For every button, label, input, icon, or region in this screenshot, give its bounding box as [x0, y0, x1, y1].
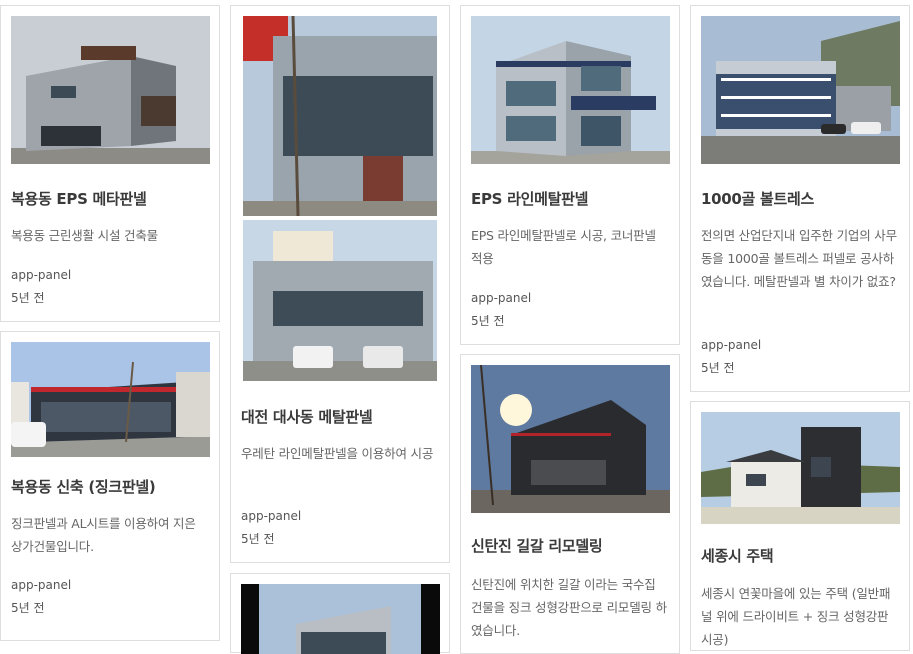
post-thumbnail[interactable] — [11, 16, 210, 164]
post-card[interactable]: 1000골 볼트레스 전의면 산업단지내 입주한 기업의 사무동을 1000골 … — [690, 5, 910, 392]
post-thumbnail[interactable] — [11, 342, 210, 457]
post-author[interactable]: app-panel — [471, 291, 531, 305]
post-description: 복용동 근린생활 시설 건축물 — [11, 228, 158, 243]
post-date: 5년 전 — [11, 601, 45, 615]
post-card[interactable]: 복용동 EPS 메타판넬 복용동 근린생활 시설 건축물 app-panel 5… — [0, 5, 220, 322]
post-card[interactable]: 세종시 주택 세종시 연꽃마을에 있는 주택 (일반패널 위에 드라이비트 + … — [690, 401, 910, 651]
post-card[interactable]: EPS 라인메탈판넬 EPS 라인메탈판넬로 시공, 코너판넬 적용 app-p… — [460, 5, 680, 345]
post-card[interactable]: 대전 대사동 메탈판넬 우레탄 라인메탈판넬을 이용하여 시공 app-pane… — [230, 5, 450, 563]
post-title[interactable]: 복용동 신축 (징크판넬) — [11, 476, 211, 497]
post-date: 5년 전 — [241, 532, 275, 546]
post-thumbnail[interactable] — [241, 584, 440, 654]
post-author[interactable]: app-panel — [701, 338, 761, 352]
post-author[interactable]: app-panel — [241, 509, 301, 523]
post-card[interactable]: 신탄진 길갈 리모델링 신탄진에 위치한 길갈 이라는 국수집 건물을 징크 성… — [460, 354, 680, 654]
post-title[interactable]: 대전 대사동 메탈판넬 — [241, 406, 441, 427]
post-thumbnail[interactable] — [243, 16, 437, 381]
post-thumbnail[interactable] — [701, 16, 900, 164]
post-title[interactable]: 1000골 볼트레스 — [701, 188, 901, 209]
post-thumbnail[interactable] — [471, 365, 670, 513]
post-title[interactable]: 세종시 주택 — [701, 545, 901, 566]
post-description: EPS 라인메탈판넬로 시공, 코너판넬 적용 — [471, 228, 656, 266]
post-author[interactable]: app-panel — [11, 268, 71, 282]
post-thumbnail[interactable] — [471, 16, 670, 164]
post-card[interactable] — [230, 573, 450, 654]
post-title[interactable]: 복용동 EPS 메타판넬 — [11, 188, 211, 209]
post-thumbnail[interactable] — [701, 412, 900, 524]
post-author[interactable]: app-panel — [11, 578, 71, 592]
post-title[interactable]: 신탄진 길갈 리모델링 — [471, 535, 671, 556]
post-description: 세종시 연꽃마을에 있는 주택 (일반패널 위에 드라이비트 + 징크 성형강판… — [701, 586, 891, 647]
post-date: 5년 전 — [11, 291, 45, 305]
post-description: 신탄진에 위치한 길갈 이라는 국수집 건물을 징크 성형강판으로 리모델링 하… — [471, 577, 667, 638]
post-description: 우레탄 라인메탈판넬을 이용하여 시공 — [241, 446, 434, 461]
post-date: 5년 전 — [701, 361, 735, 375]
post-date: 5년 전 — [471, 314, 505, 328]
post-title[interactable]: EPS 라인메탈판넬 — [471, 188, 671, 209]
post-card[interactable]: 복용동 신축 (징크판넬) 징크판넬과 AL시트를 이용하여 지은 상가건물입니… — [0, 331, 220, 641]
post-description: 징크판넬과 AL시트를 이용하여 지은 상가건물입니다. — [11, 516, 196, 554]
post-description: 전의면 산업단지내 입주한 기업의 사무동을 1000골 볼트레스 퍼넬로 공사… — [701, 228, 897, 289]
